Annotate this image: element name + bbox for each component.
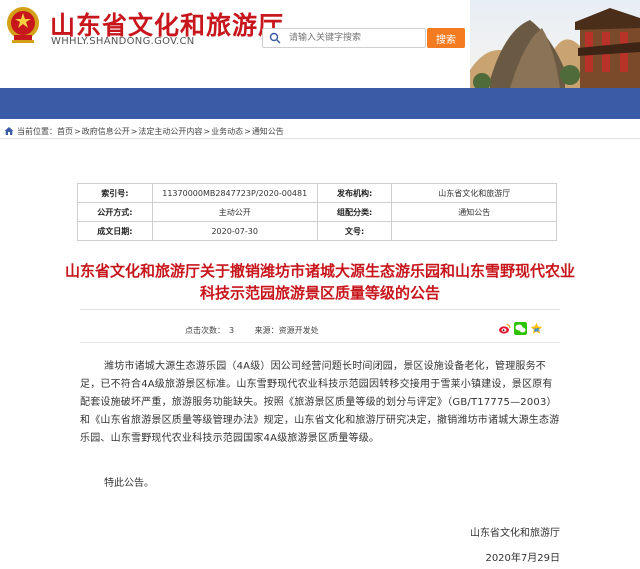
share-buttons [498, 322, 543, 335]
content-divider [80, 342, 560, 343]
home-icon [4, 127, 14, 135]
national-emblem-icon [7, 7, 39, 43]
clicks-value: 3 [229, 326, 235, 335]
article-title: 山东省文化和旅游厅关于撤销潍坊市诸城大源生态游乐园和山东雪野现代农业科技示范园旅… [64, 262, 575, 302]
index-label: 索引号: [77, 183, 153, 203]
search-icon [269, 32, 281, 44]
publisher-value: 山东省文化和旅游厅 [391, 183, 557, 203]
article-closing: 特此公告。 [104, 478, 154, 489]
qzone-icon[interactable] [530, 322, 543, 335]
date-value: 2020-07-30 [151, 221, 318, 241]
navigation-bar [0, 88, 640, 119]
docno-value [391, 221, 557, 241]
wechat-icon[interactable] [514, 322, 527, 335]
disclosure-value: 主动公开 [151, 202, 318, 222]
title-divider [80, 309, 560, 310]
article-signature: 山东省文化和旅游厅 [470, 528, 560, 539]
breadcrumb-item-notices[interactable]: 通知公告 [252, 126, 284, 137]
disclosure-label: 公开方式: [77, 202, 153, 222]
source-label: 来源： [254, 326, 279, 335]
breadcrumb-item-legal-disclosure[interactable]: 法定主动公开内容 [138, 126, 202, 137]
index-value: 11370000MB2847723P/2020-00481 [151, 183, 318, 203]
search-button[interactable]: 搜索 [427, 28, 465, 48]
breadcrumb-label: 当前位置： [17, 126, 57, 136]
site-url: WHHLY.SHANDONG.GOV.CN [51, 36, 195, 47]
docno-label: 文号: [316, 221, 393, 241]
breadcrumb: 当前位置： 首页 > 政府信息公开 > 法定主动公开内容 > 业务动态 > 通知… [4, 124, 284, 138]
date-label: 成文日期: [77, 221, 153, 241]
clicks-label: 点击次数： [185, 326, 225, 335]
weibo-icon[interactable] [498, 322, 511, 335]
source-value: 资源开发处 [278, 326, 319, 335]
search-input[interactable] [289, 29, 423, 47]
breadcrumb-item-home[interactable]: 首页 [57, 126, 73, 137]
article-date: 2020年7月29日 [485, 553, 560, 564]
publisher-label: 发布机构: [316, 183, 393, 203]
breadcrumb-divider [0, 138, 640, 139]
article-body: 潍坊市诸城大源生态游乐园（4A级）因公司经营问题长时间闭园，景区设施设备老化，管… [80, 361, 560, 444]
breadcrumb-item-gov-info[interactable]: 政府信息公开 [82, 126, 130, 137]
category-label: 组配分类: [316, 202, 393, 222]
category-value: 通知公告 [391, 202, 557, 222]
breadcrumb-item-business-news[interactable]: 业务动态 [211, 126, 243, 137]
table-row: 索引号: 11370000MB2847723P/2020-00481 发布机构:… [77, 183, 557, 203]
search-box [262, 28, 426, 48]
article-info: 点击次数： 3 来源：资源开发处 [185, 325, 323, 336]
table-row: 公开方式: 主动公开 组配分类: 通知公告 [77, 202, 557, 222]
site-header: 山东省文化和旅游厅 WHHLY.SHANDONG.GOV.CN 搜索 [0, 0, 640, 88]
banner-landscape-image [470, 0, 640, 88]
document-meta-table: 索引号: 11370000MB2847723P/2020-00481 发布机构:… [77, 183, 557, 241]
table-row: 成文日期: 2020-07-30 文号: [77, 221, 557, 241]
